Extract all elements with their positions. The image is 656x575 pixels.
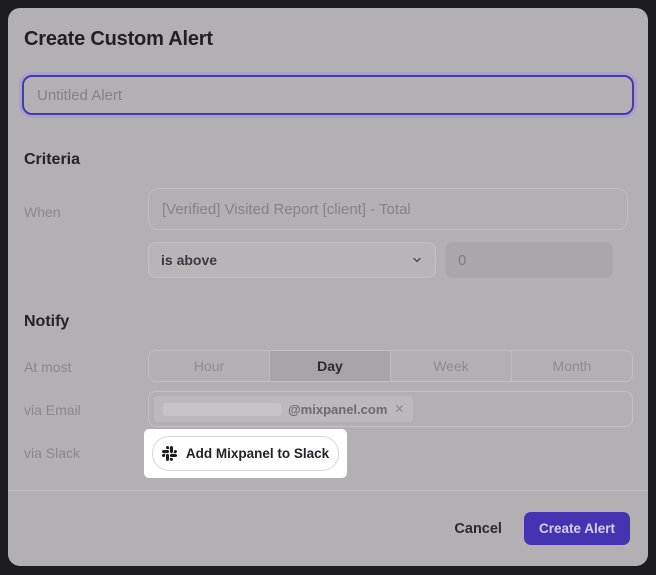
frequency-option-week[interactable]: Week	[390, 351, 511, 381]
chevron-down-icon	[411, 254, 423, 266]
remove-email-icon[interactable]: ✕	[394, 403, 404, 415]
cancel-button[interactable]: Cancel	[450, 515, 506, 543]
tour-spotlight: Add Mixpanel to Slack	[144, 429, 347, 478]
frequency-option-month[interactable]: Month	[511, 351, 632, 381]
event-selector-input[interactable]	[148, 188, 628, 230]
email-domain-text: @mixpanel.com	[288, 402, 387, 417]
condition-select[interactable]: is above	[148, 242, 436, 278]
slack-button-label: Add Mixpanel to Slack	[186, 446, 329, 461]
at-most-label: At most	[24, 359, 71, 375]
condition-select-value: is above	[161, 252, 217, 268]
frequency-segmented-control: Hour Day Week Month	[148, 350, 633, 382]
redacted-email-username	[163, 403, 281, 416]
notify-heading: Notify	[24, 313, 69, 331]
email-recipients-input[interactable]: @mixpanel.com ✕	[148, 391, 633, 427]
create-alert-button[interactable]: Create Alert	[524, 512, 630, 545]
frequency-option-day[interactable]: Day	[269, 351, 390, 381]
when-label: When	[24, 204, 61, 220]
threshold-value-input[interactable]	[445, 242, 613, 278]
add-mixpanel-to-slack-button[interactable]: Add Mixpanel to Slack	[152, 436, 339, 471]
via-email-label: via Email	[24, 402, 81, 418]
criteria-heading: Criteria	[24, 151, 80, 169]
create-custom-alert-dialog: Create Custom Alert Criteria When is abo…	[8, 8, 648, 566]
via-slack-label: via Slack	[24, 445, 80, 461]
dialog-footer: Cancel Create Alert	[8, 491, 648, 566]
dimmed-overlay-background: Create Custom Alert Criteria When is abo…	[0, 0, 656, 575]
email-recipient-chip: @mixpanel.com ✕	[154, 396, 413, 422]
alert-name-input[interactable]	[22, 75, 634, 115]
slack-icon	[162, 446, 177, 461]
dialog-title: Create Custom Alert	[24, 28, 213, 51]
frequency-option-hour[interactable]: Hour	[149, 351, 269, 381]
